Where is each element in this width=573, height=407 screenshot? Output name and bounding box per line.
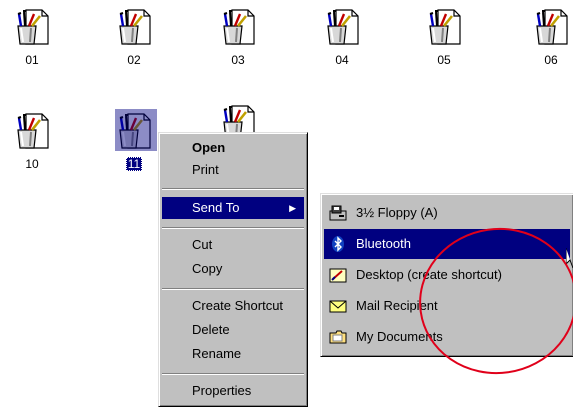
menu-item-label: Send To	[192, 200, 240, 215]
menu-item-delete[interactable]: Delete	[162, 319, 304, 341]
context-menu: Open Print Send To ▶ Cut Copy Create Sho…	[158, 132, 308, 407]
file-icon-10[interactable]: 10	[8, 108, 56, 171]
file-label: 03	[231, 53, 245, 67]
menu-separator	[162, 188, 304, 190]
send-to-my-documents[interactable]: My Documents	[324, 322, 570, 352]
paint-file-icon	[16, 8, 50, 46]
paint-file-icon	[535, 8, 569, 46]
desktop-shortcut-icon	[329, 268, 347, 283]
submenu-item-label: Bluetooth	[356, 236, 411, 251]
send-to-desktop-shortcut[interactable]: Desktop (create shortcut)	[324, 260, 570, 290]
file-label: 02	[127, 53, 141, 67]
submenu-item-label: My Documents	[356, 329, 443, 344]
file-label: 01	[25, 53, 39, 67]
menu-separator	[162, 227, 304, 229]
file-label: 05	[437, 53, 451, 67]
file-icon-03[interactable]: 03	[214, 4, 262, 67]
paint-file-icon	[326, 8, 360, 46]
menu-item-label: Properties	[192, 383, 252, 398]
menu-item-print[interactable]: Print	[162, 159, 304, 181]
submenu-item-label: Mail Recipient	[356, 298, 438, 313]
file-icon-11[interactable]: 11	[110, 108, 158, 171]
menu-item-send-to[interactable]: Send To ▶	[162, 197, 304, 219]
menu-item-label: Delete	[192, 322, 230, 337]
send-to-mail-recipient[interactable]: Mail Recipient	[324, 291, 570, 321]
menu-separator	[162, 288, 304, 290]
send-to-bluetooth[interactable]: Bluetooth	[324, 229, 570, 259]
menu-item-rename[interactable]: Rename	[162, 343, 304, 365]
paint-file-icon	[428, 8, 462, 46]
folder-icon	[329, 330, 347, 344]
menu-item-open[interactable]: Open	[162, 137, 304, 159]
menu-item-label: Create Shortcut	[192, 298, 284, 313]
file-icon-06[interactable]: 06	[527, 4, 573, 67]
submenu-arrow-icon: ▶	[289, 203, 296, 213]
menu-item-label: Open	[192, 140, 226, 155]
send-to-submenu: 3½ Floppy (A) Bluetooth Desktop (create …	[320, 193, 573, 357]
file-label: 11	[125, 157, 143, 171]
menu-item-cut[interactable]: Cut	[162, 234, 304, 256]
submenu-item-label: 3½ Floppy (A)	[356, 205, 438, 220]
file-label: 04	[335, 53, 349, 67]
envelope-icon	[329, 300, 347, 313]
submenu-item-label: Desktop (create shortcut)	[356, 267, 502, 282]
menu-item-label: Copy	[192, 261, 223, 276]
paint-file-icon	[118, 8, 152, 46]
menu-item-label: Print	[192, 162, 219, 177]
menu-separator	[162, 373, 304, 375]
selection-overlay	[115, 109, 157, 151]
paint-file-icon	[222, 8, 256, 46]
paint-file-icon	[16, 112, 50, 150]
file-label: 10	[25, 157, 39, 171]
menu-item-label: Rename	[192, 346, 242, 361]
menu-item-copy[interactable]: Copy	[162, 258, 304, 280]
menu-item-properties[interactable]: Properties	[162, 380, 304, 402]
file-icon-04[interactable]: 04	[318, 4, 366, 67]
file-icon-05[interactable]: 05	[420, 4, 468, 67]
file-icon-01[interactable]: 01	[8, 4, 56, 67]
send-to-floppy[interactable]: 3½ Floppy (A)	[324, 198, 570, 228]
file-label: 06	[544, 53, 558, 67]
menu-item-label: Cut	[192, 237, 213, 252]
floppy-drive-icon	[329, 205, 347, 221]
file-icon-02[interactable]: 02	[110, 4, 158, 67]
bluetooth-icon	[332, 236, 344, 252]
menu-item-create-shortcut[interactable]: Create Shortcut	[162, 295, 304, 317]
